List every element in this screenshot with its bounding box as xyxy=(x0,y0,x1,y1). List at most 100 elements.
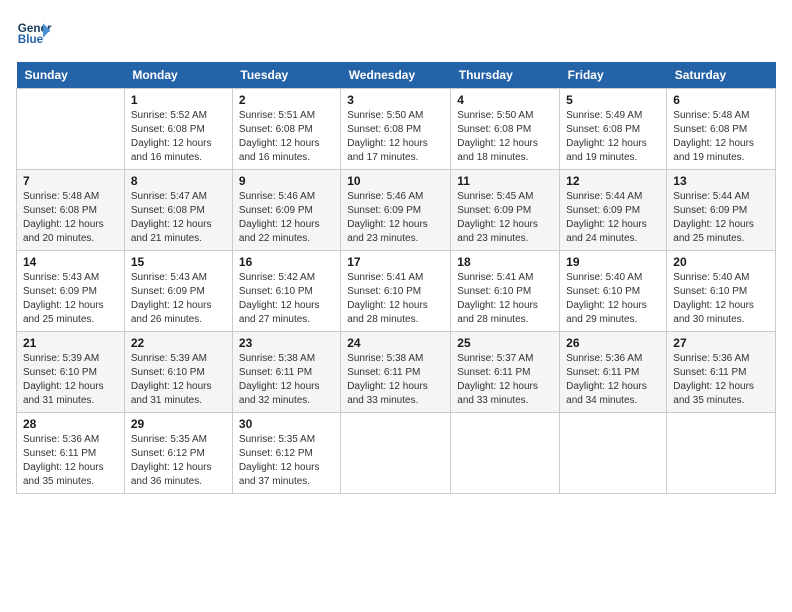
calendar-day-cell: 28 Sunrise: 5:36 AMSunset: 6:11 PMDayligh… xyxy=(17,413,125,494)
day-number: 15 xyxy=(131,255,226,269)
day-number: 17 xyxy=(347,255,444,269)
day-info: Sunrise: 5:39 AMSunset: 6:10 PMDaylight:… xyxy=(23,352,118,408)
day-info: Sunrise: 5:42 AMSunset: 6:10 PMDaylight:… xyxy=(239,271,334,327)
calendar-day-cell: 27 Sunrise: 5:36 AMSunset: 6:11 PMDayligh… xyxy=(667,332,776,413)
calendar-day-cell: 1 Sunrise: 5:52 AMSunset: 6:08 PMDaylight… xyxy=(124,89,232,170)
calendar-day-cell: 29Sunrise: 5:35 AMSunset: 6:12 PMDayligh… xyxy=(124,413,232,494)
calendar-day-cell: 15 Sunrise: 5:43 AMSunset: 6:09 PMDayligh… xyxy=(124,251,232,332)
day-number: 3 xyxy=(347,93,444,107)
calendar-day-cell: 11 Sunrise: 5:45 AMSunset: 6:09 PMDayligh… xyxy=(451,170,560,251)
day-number: 21 xyxy=(23,336,118,350)
calendar-day-cell: 13 Sunrise: 5:44 AMSunset: 6:09 PMDayligh… xyxy=(667,170,776,251)
calendar-day-cell: 21 Sunrise: 5:39 AMSunset: 6:10 PMDayligh… xyxy=(17,332,125,413)
weekday-header-cell: Saturday xyxy=(667,62,776,89)
calendar-day-cell: 3 Sunrise: 5:50 AMSunset: 6:08 PMDaylight… xyxy=(341,89,451,170)
day-info: Sunrise: 5:41 AMSunset: 6:10 PMDaylight:… xyxy=(457,271,553,327)
calendar-day-cell: 20 Sunrise: 5:40 AMSunset: 6:10 PMDayligh… xyxy=(667,251,776,332)
day-info: Sunrise: 5:47 AMSunset: 6:08 PMDaylight:… xyxy=(131,190,226,246)
weekday-header-cell: Sunday xyxy=(17,62,125,89)
day-number: 7 xyxy=(23,174,118,188)
day-number: 2 xyxy=(239,93,334,107)
day-info: Sunrise: 5:36 AMSunset: 6:11 PMDaylight:… xyxy=(566,352,660,408)
calendar-table: SundayMondayTuesdayWednesdayThursdayFrid… xyxy=(16,62,776,494)
day-info: Sunrise: 5:36 AMSunset: 6:11 PMDaylight:… xyxy=(673,352,769,408)
calendar-day-cell xyxy=(341,413,451,494)
weekday-header-cell: Friday xyxy=(560,62,667,89)
calendar-day-cell: 25Sunrise: 5:37 AMSunset: 6:11 PMDayligh… xyxy=(451,332,560,413)
day-number: 1 xyxy=(131,93,226,107)
logo-icon: General Blue xyxy=(16,16,52,52)
day-info: Sunrise: 5:52 AMSunset: 6:08 PMDaylight:… xyxy=(131,109,226,165)
day-number: 4 xyxy=(457,93,553,107)
day-number: 8 xyxy=(131,174,226,188)
calendar-day-cell xyxy=(451,413,560,494)
calendar-week-row: 21 Sunrise: 5:39 AMSunset: 6:10 PMDayligh… xyxy=(17,332,776,413)
day-number: 13 xyxy=(673,174,769,188)
day-number: 24 xyxy=(347,336,444,350)
day-info: Sunrise: 5:40 AMSunset: 6:10 PMDaylight:… xyxy=(566,271,660,327)
day-info: Sunrise: 5:41 AMSunset: 6:10 PMDaylight:… xyxy=(347,271,444,327)
calendar-day-cell: 6 Sunrise: 5:48 AMSunset: 6:08 PMDaylight… xyxy=(667,89,776,170)
day-info: Sunrise: 5:38 AMSunset: 6:11 PMDaylight:… xyxy=(239,352,334,408)
calendar-day-cell: 4 Sunrise: 5:50 AMSunset: 6:08 PMDaylight… xyxy=(451,89,560,170)
day-info: Sunrise: 5:39 AMSunset: 6:10 PMDaylight:… xyxy=(131,352,226,408)
day-number: 11 xyxy=(457,174,553,188)
day-number: 20 xyxy=(673,255,769,269)
calendar-day-cell: 9 Sunrise: 5:46 AMSunset: 6:09 PMDaylight… xyxy=(232,170,340,251)
calendar-day-cell: 23 Sunrise: 5:38 AMSunset: 6:11 PMDayligh… xyxy=(232,332,340,413)
logo: General Blue xyxy=(16,16,52,52)
day-number: 28 xyxy=(23,417,118,431)
day-info: Sunrise: 5:46 AMSunset: 6:09 PMDaylight:… xyxy=(347,190,444,246)
calendar-week-row: 7Sunrise: 5:48 AMSunset: 6:08 PMDaylight… xyxy=(17,170,776,251)
day-info: Sunrise: 5:45 AMSunset: 6:09 PMDaylight:… xyxy=(457,190,553,246)
calendar-day-cell xyxy=(560,413,667,494)
day-number: 12 xyxy=(566,174,660,188)
day-info: Sunrise: 5:44 AMSunset: 6:09 PMDaylight:… xyxy=(673,190,769,246)
calendar-day-cell: 19 Sunrise: 5:40 AMSunset: 6:10 PMDayligh… xyxy=(560,251,667,332)
calendar-week-row: 28 Sunrise: 5:36 AMSunset: 6:11 PMDayligh… xyxy=(17,413,776,494)
calendar-day-cell: 16 Sunrise: 5:42 AMSunset: 6:10 PMDayligh… xyxy=(232,251,340,332)
day-number: 5 xyxy=(566,93,660,107)
calendar-day-cell: 17 Sunrise: 5:41 AMSunset: 6:10 PMDayligh… xyxy=(341,251,451,332)
day-number: 27 xyxy=(673,336,769,350)
calendar-day-cell: 2 Sunrise: 5:51 AMSunset: 6:08 PMDaylight… xyxy=(232,89,340,170)
svg-text:Blue: Blue xyxy=(18,33,44,46)
calendar-day-cell: 12 Sunrise: 5:44 AMSunset: 6:09 PMDayligh… xyxy=(560,170,667,251)
day-info: Sunrise: 5:44 AMSunset: 6:09 PMDaylight:… xyxy=(566,190,660,246)
calendar-day-cell: 10 Sunrise: 5:46 AMSunset: 6:09 PMDayligh… xyxy=(341,170,451,251)
day-info: Sunrise: 5:38 AMSunset: 6:11 PMDaylight:… xyxy=(347,352,444,408)
day-number: 16 xyxy=(239,255,334,269)
day-number: 10 xyxy=(347,174,444,188)
calendar-day-cell: 18Sunrise: 5:41 AMSunset: 6:10 PMDayligh… xyxy=(451,251,560,332)
calendar-week-row: 14 Sunrise: 5:43 AMSunset: 6:09 PMDayligh… xyxy=(17,251,776,332)
weekday-header-row: SundayMondayTuesdayWednesdayThursdayFrid… xyxy=(17,62,776,89)
day-info: Sunrise: 5:35 AMSunset: 6:12 PMDaylight:… xyxy=(239,433,334,489)
page-header: General Blue xyxy=(16,16,776,52)
day-number: 9 xyxy=(239,174,334,188)
weekday-header-cell: Wednesday xyxy=(341,62,451,89)
calendar-week-row: 1 Sunrise: 5:52 AMSunset: 6:08 PMDaylight… xyxy=(17,89,776,170)
day-number: 23 xyxy=(239,336,334,350)
day-number: 26 xyxy=(566,336,660,350)
day-info: Sunrise: 5:43 AMSunset: 6:09 PMDaylight:… xyxy=(131,271,226,327)
day-info: Sunrise: 5:36 AMSunset: 6:11 PMDaylight:… xyxy=(23,433,118,489)
calendar-day-cell: 22Sunrise: 5:39 AMSunset: 6:10 PMDayligh… xyxy=(124,332,232,413)
day-number: 25 xyxy=(457,336,553,350)
day-info: Sunrise: 5:46 AMSunset: 6:09 PMDaylight:… xyxy=(239,190,334,246)
day-number: 29 xyxy=(131,417,226,431)
day-info: Sunrise: 5:48 AMSunset: 6:08 PMDaylight:… xyxy=(673,109,769,165)
weekday-header-cell: Thursday xyxy=(451,62,560,89)
weekday-header-cell: Tuesday xyxy=(232,62,340,89)
day-number: 14 xyxy=(23,255,118,269)
weekday-header-cell: Monday xyxy=(124,62,232,89)
day-info: Sunrise: 5:40 AMSunset: 6:10 PMDaylight:… xyxy=(673,271,769,327)
calendar-day-cell: 7Sunrise: 5:48 AMSunset: 6:08 PMDaylight… xyxy=(17,170,125,251)
calendar-day-cell: 24 Sunrise: 5:38 AMSunset: 6:11 PMDayligh… xyxy=(341,332,451,413)
day-info: Sunrise: 5:51 AMSunset: 6:08 PMDaylight:… xyxy=(239,109,334,165)
calendar-body: 1 Sunrise: 5:52 AMSunset: 6:08 PMDaylight… xyxy=(17,89,776,494)
day-info: Sunrise: 5:50 AMSunset: 6:08 PMDaylight:… xyxy=(457,109,553,165)
day-info: Sunrise: 5:50 AMSunset: 6:08 PMDaylight:… xyxy=(347,109,444,165)
day-number: 6 xyxy=(673,93,769,107)
day-number: 19 xyxy=(566,255,660,269)
calendar-day-cell: 14Sunrise: 5:43 AMSunset: 6:09 PMDayligh… xyxy=(17,251,125,332)
